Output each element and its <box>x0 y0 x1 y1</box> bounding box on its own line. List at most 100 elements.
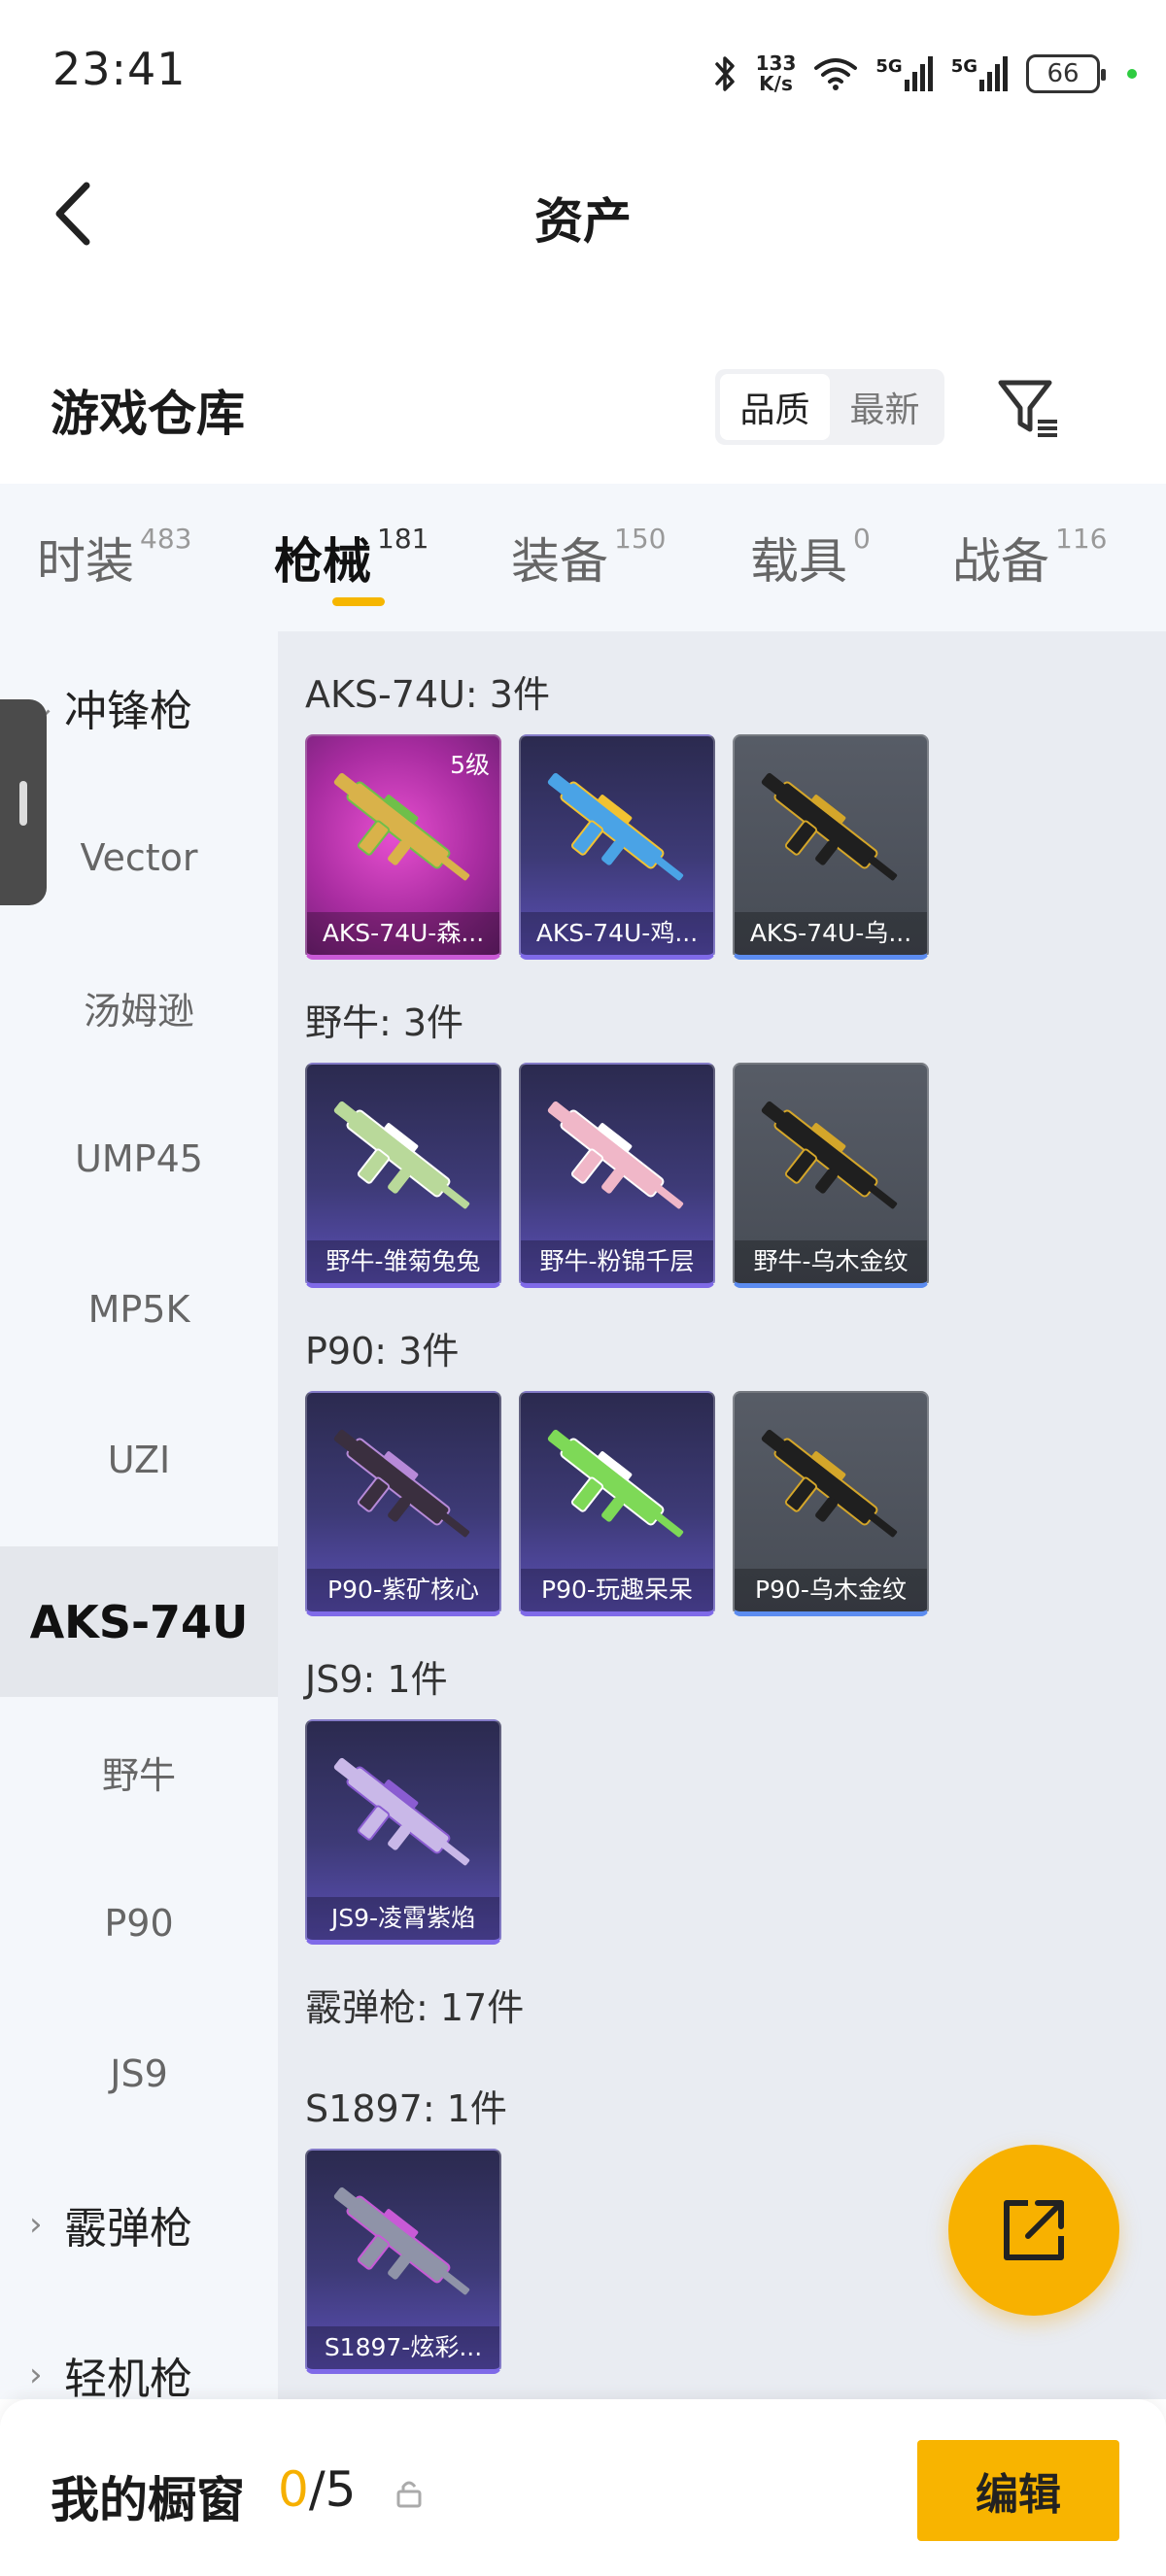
weapon-card[interactable]: 野牛-乌木金纹 <box>733 1063 929 1288</box>
weapon-card[interactable]: 5级 AKS-74U-森... <box>305 734 501 960</box>
weapon-card[interactable]: AKS-74U-鸡... <box>519 734 715 960</box>
tab-equipment[interactable]: 装备 150 <box>511 523 666 593</box>
lock-icon <box>396 2481 422 2508</box>
sidebar-item-label: 冲锋枪 <box>64 686 192 736</box>
weapon-skin-image <box>333 1429 470 1538</box>
weapon-name: P90-紫矿核心 <box>307 1569 499 1611</box>
sort-segmented-control: 品质 最新 <box>715 369 944 445</box>
group-title-shotguns: 霰弹枪: 17件 <box>305 1986 525 2029</box>
signal-bars-icon <box>904 56 933 91</box>
weapon-name: P90-乌木金纹 <box>735 1569 927 1611</box>
sidebar-group-shotgun[interactable]: › 霰弹枪 <box>0 2149 278 2299</box>
weapon-skin-image <box>761 1429 898 1538</box>
tab-count: 150 <box>614 523 667 555</box>
sidebar-item-js9[interactable]: JS9 <box>0 1998 278 2149</box>
tab-fashion[interactable]: 时装 483 <box>37 523 191 593</box>
tab-label: 战备 <box>952 533 1049 590</box>
tab-label: 时装 <box>37 533 134 590</box>
chevron-right-icon: › <box>29 2204 43 2244</box>
group-title-p90: P90: 3件 <box>305 1330 460 1373</box>
weapon-card[interactable]: AKS-74U-乌... <box>733 734 929 960</box>
sidebar-item-label: 轻机枪 <box>64 2354 192 2400</box>
tab-label: 载具 <box>750 533 847 590</box>
weapon-skin-image <box>547 1429 684 1538</box>
category-tabs: 时装 483 枪械 181 装备 150 载具 0 战备 116 <box>0 484 1166 631</box>
tab-vehicles[interactable]: 载具 0 <box>750 523 871 593</box>
weapon-skin-image <box>761 1101 898 1209</box>
weapon-card[interactable]: 野牛-雏菊兔兔 <box>305 1063 501 1288</box>
weapon-skin-image <box>547 772 684 881</box>
tab-count: 483 <box>140 523 192 555</box>
filter-icon <box>998 380 1057 437</box>
weapon-card[interactable]: S1897-炫彩... <box>305 2149 501 2374</box>
signal-bars-icon <box>979 56 1008 91</box>
weapon-card[interactable]: JS9-凌霄紫焰 <box>305 1719 501 1945</box>
weapon-name: AKS-74U-鸡... <box>521 912 713 955</box>
sidebar-group-lmg[interactable]: › 轻机枪 <box>0 2299 278 2400</box>
weapon-card[interactable]: 野牛-粉锦千层 <box>519 1063 715 1288</box>
status-icons: 133 K/s 5G 5G 66 <box>713 47 1137 101</box>
cell-signal-2: 5G <box>951 56 1009 91</box>
sort-newest-button[interactable]: 最新 <box>830 374 940 440</box>
weapon-skin-image <box>761 772 898 881</box>
tab-label: 装备 <box>511 533 608 590</box>
weapon-card[interactable]: P90-紫矿核心 <box>305 1391 501 1616</box>
weapon-card[interactable]: P90-乌木金纹 <box>733 1391 929 1616</box>
sort-quality-button[interactable]: 品质 <box>720 374 830 440</box>
warehouse-title: 游戏仓库 <box>51 386 245 442</box>
weapon-skin-image <box>547 1101 684 1209</box>
filter-button[interactable] <box>995 373 1063 441</box>
page-title: 资产 <box>534 193 632 250</box>
chevron-right-icon: › <box>29 2355 43 2394</box>
weapon-name: S1897-炫彩... <box>307 2326 499 2369</box>
edit-button[interactable]: 编辑 <box>917 2440 1119 2541</box>
battery-icon: 66 <box>1026 54 1106 93</box>
sidebar-item-mp5k[interactable]: MP5K <box>0 1234 278 1384</box>
weapon-grid: AKS-74U: 3件 5级 AKS-74U-森... AKS-74U-鸡...… <box>278 631 1166 2399</box>
group-title-aks74u: AKS-74U: 3件 <box>305 673 550 716</box>
sidebar-item-ump45[interactable]: UMP45 <box>0 1083 278 1234</box>
tab-count: 116 <box>1055 523 1108 555</box>
level-badge: 5级 <box>450 751 490 779</box>
bluetooth-icon <box>714 56 735 91</box>
weapon-skin-image <box>333 1101 470 1209</box>
showcase-count: 0/5 <box>278 2461 357 2518</box>
sidebar-item-uzi[interactable]: UZI <box>0 1384 278 1535</box>
showcase-bar: 我的橱窗 0/5 编辑 <box>0 2399 1166 2576</box>
tab-count: 181 <box>377 523 429 555</box>
weapon-name: 野牛-雏菊兔兔 <box>307 1240 499 1283</box>
cell-signal-1: 5G <box>875 56 933 91</box>
sidebar-item-aks74u[interactable]: AKS-74U <box>0 1546 278 1697</box>
group-title-js9: JS9: 1件 <box>305 1658 448 1701</box>
external-link-icon <box>1004 2200 1064 2260</box>
showcase-title: 我的橱窗 <box>51 2472 245 2528</box>
weapon-name: 野牛-粉锦千层 <box>521 1240 713 1283</box>
tab-firearms[interactable]: 枪械 181 <box>274 523 429 593</box>
group-title-s1897: S1897: 1件 <box>305 2087 507 2130</box>
weapon-name: JS9-凌霄紫焰 <box>307 1897 499 1940</box>
sidebar-item-bizon[interactable]: 野牛 <box>0 1697 278 1847</box>
weapon-name: P90-玩趣呆呆 <box>521 1569 713 1611</box>
status-time: 23:41 <box>52 43 187 95</box>
sidebar-item-p90[interactable]: P90 <box>0 1847 278 1998</box>
wifi-icon <box>814 58 858 90</box>
weapon-skin-image <box>333 1757 470 1866</box>
active-dot <box>1127 69 1137 79</box>
side-drawer-handle[interactable] <box>0 699 47 905</box>
net-speed: 133 K/s <box>755 51 797 95</box>
weapon-name: AKS-74U-乌... <box>735 912 927 955</box>
weapon-card[interactable]: P90-玩趣呆呆 <box>519 1391 715 1616</box>
weapon-name: AKS-74U-森... <box>307 912 499 955</box>
nav-bar: 资产 <box>0 146 1166 282</box>
sidebar-item-label: 霰弹枪 <box>64 2203 192 2254</box>
weapon-name: 野牛-乌木金纹 <box>735 1240 927 1283</box>
status-bar: 23:41 133 K/s 5G 5G 66 <box>0 0 1166 146</box>
weapon-skin-image <box>333 2186 470 2295</box>
tab-combat-gear[interactable]: 战备 116 <box>952 523 1107 593</box>
group-title-bizon: 野牛: 3件 <box>305 1001 464 1044</box>
sidebar-item-thompson[interactable]: 汤姆逊 <box>0 932 278 1083</box>
tab-count: 0 <box>853 523 871 555</box>
share-button[interactable] <box>948 2145 1119 2316</box>
active-tab-indicator <box>332 597 385 606</box>
tab-label: 枪械 <box>274 533 371 590</box>
